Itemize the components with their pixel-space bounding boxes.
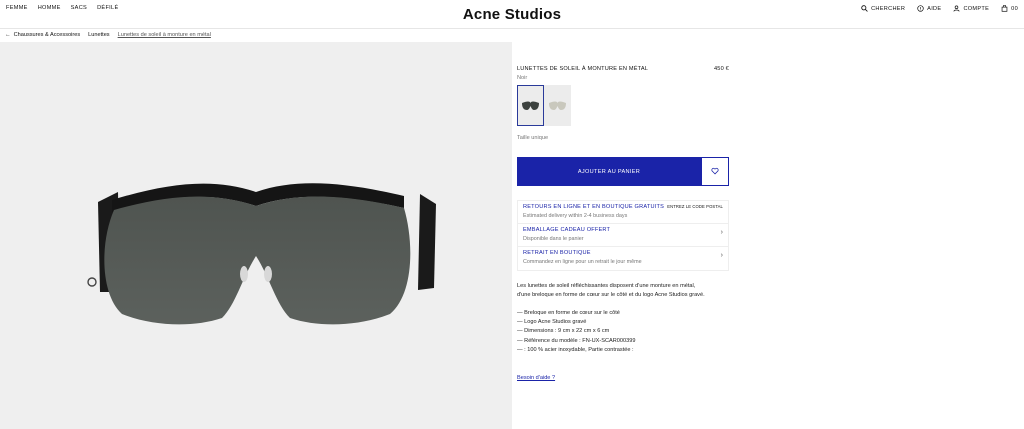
gift-wrap-title: EMBALLAGE CADEAU OFFERT [523,227,611,233]
feature-item: — Référence du modèle : FN-UX-SCAR000399 [517,337,636,344]
breadcrumb: ← Chaussures & Accessoires Lunettes Lune… [5,32,211,38]
sunglasses-image [87,183,436,325]
help-icon [917,5,924,12]
store-pickup-info[interactable]: RETRAIT EN BOUTIQUE Commandez en ligne p… [518,247,728,270]
top-navigation: FEMME HOMME SACS DÉFILÉ Acne Studios CHE… [0,0,1024,29]
size-label: Taille unique [517,135,549,141]
wishlist-button[interactable] [701,157,729,186]
description-line: Les lunettes de soleil réfléchissantes d… [517,283,696,289]
cart-count: 00 [1011,5,1018,12]
arrow-left-icon: ← [5,32,11,38]
product-features: — Breloque en forme de cœur sur le côté … [517,309,737,355]
help-button[interactable]: AIDE [917,5,941,12]
user-icon [953,5,960,12]
help-label: AIDE [927,5,942,12]
feature-item: — Breloque en forme de cœur sur le côté [517,310,620,316]
product-price: 450 € [714,66,729,72]
heart-icon [711,167,719,177]
color-name: Noir [517,75,528,81]
store-pickup-title: RETRAIT EN BOUTIQUE [523,250,591,256]
returns-subtitle: Estimated delivery within 2-4 business d… [523,213,628,219]
color-swatches [517,85,571,126]
breadcrumb-back[interactable]: ← Chaussures & Accessoires [5,32,80,38]
purchase-row: AJOUTER AU PANIER [517,157,729,186]
account-button[interactable]: COMPTE [953,5,989,12]
postal-code-link[interactable]: ENTREZ LE CODE POSTAL [667,204,723,209]
feature-item: — Dimensions : 9 cm x 22 cm x 6 cm [517,328,610,335]
swatch-silver[interactable] [544,85,571,126]
feature-item: — Logo Acne Studios gravé [517,319,587,326]
store-pickup-subtitle: Commandez en ligne pour un retrait le jo… [523,259,642,265]
breadcrumb-item-sunglasses[interactable]: Lunettes [88,32,109,38]
gift-wrap-subtitle: Disponible dans le panier [523,236,584,242]
search-label: CHERCHER [871,5,906,12]
silver-glasses-thumbnail [549,101,566,110]
chevron-right-icon: › [720,229,723,236]
cart-button[interactable]: 00 [1001,5,1018,12]
feature-item: — : 100 % acier inoxydable, Partie contr… [517,346,634,353]
breadcrumb-item-current[interactable]: Lunettes de soleil à monture en métal [118,32,211,38]
breadcrumb-item-category: Chaussures & Accessoires [13,32,81,38]
utility-menu: CHERCHER AIDE COMPTE 00 [861,5,1018,12]
title-row: LUNETTES DE SOLEIL À MONTURE EN MÉTAL 45… [517,66,729,72]
product-image[interactable] [0,42,512,429]
bag-icon [1001,5,1008,12]
product-description: Les lunettes de soleil réfléchissantes d… [517,282,737,300]
product-title: LUNETTES DE SOLEIL À MONTURE EN MÉTAL [517,66,649,72]
search-icon [861,5,868,12]
service-info-list: RETOURS EN LIGNE ET EN BOUTIQUE GRATUITS… [517,200,729,271]
search-button[interactable]: CHERCHER [861,5,905,12]
description-line: d'une breloque en forme de cœur sur le c… [517,292,705,298]
chevron-right-icon: › [720,252,723,259]
swatch-black[interactable] [517,85,544,126]
returns-info[interactable]: RETOURS EN LIGNE ET EN BOUTIQUE GRATUITS… [518,201,728,224]
help-link[interactable]: Besoin d'aide ? [517,375,555,381]
gift-wrap-info[interactable]: EMBALLAGE CADEAU OFFERT Disponible dans … [518,224,728,247]
account-label: COMPTE [963,5,990,12]
black-glasses-thumbnail [522,101,539,110]
add-to-cart-button[interactable]: AJOUTER AU PANIER [517,157,701,186]
